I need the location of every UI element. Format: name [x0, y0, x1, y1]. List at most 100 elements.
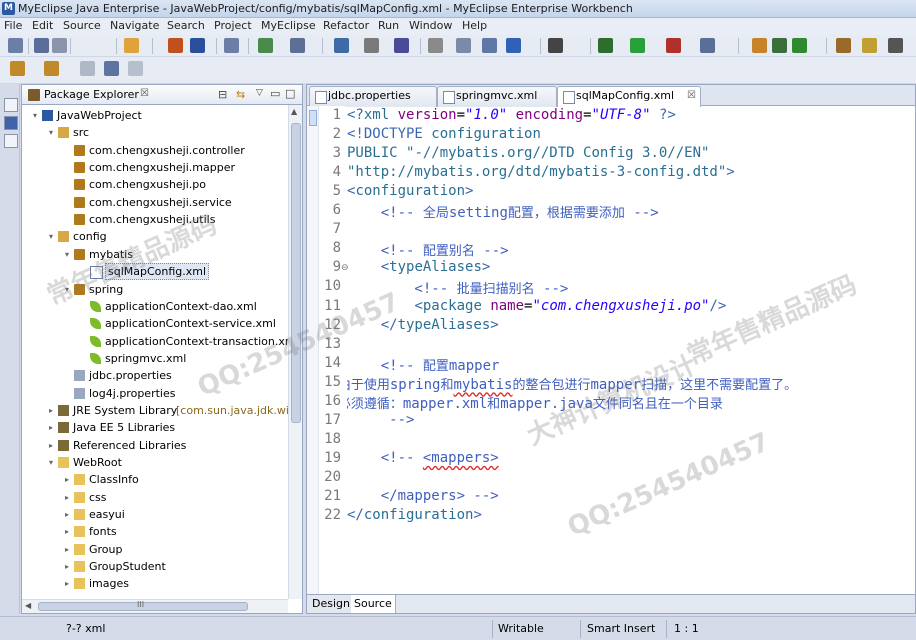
refresh-icon[interactable] [792, 38, 807, 53]
menu-help[interactable]: Help [462, 19, 487, 32]
tree-item[interactable]: ▸ JRE System Library [com.sun.java.jdk.win [22, 402, 288, 419]
collapsed-twisty-icon[interactable]: ▸ [62, 523, 72, 540]
expanded-twisty-icon[interactable]: ▾ [46, 454, 56, 471]
collapsed-twisty-icon[interactable]: ▸ [62, 471, 72, 488]
tree-item[interactable]: com.chengxusheji.po [22, 176, 288, 193]
close-icon[interactable]: ☒ [687, 87, 696, 105]
print-icon[interactable] [52, 38, 67, 53]
close-icon[interactable]: ☒ [140, 88, 149, 99]
menu-project[interactable]: Project [214, 19, 252, 32]
tree-item[interactable]: sqlMapConfig.xml [22, 263, 288, 281]
tree-item[interactable]: ▾ mybatis [22, 246, 288, 263]
menu-navigate[interactable]: Navigate [110, 19, 159, 32]
tree-item[interactable]: applicationContext-transaction.xm [22, 333, 288, 350]
tree-item[interactable]: com.chengxusheji.mapper [22, 159, 288, 176]
last-edit-icon[interactable] [80, 61, 95, 76]
run-app-icon[interactable] [258, 38, 273, 53]
tree-item[interactable]: ▾ src [22, 124, 288, 141]
tree-item[interactable]: jdbc.properties [22, 367, 288, 384]
menu-run[interactable]: Run [378, 19, 399, 32]
previous-annotation-icon[interactable] [44, 61, 59, 76]
tree-item[interactable]: applicationContext-dao.xml [22, 298, 288, 315]
tree-item[interactable]: ▸ Referenced Libraries [22, 437, 288, 454]
scroll-thumb[interactable]: III [38, 600, 248, 611]
collapsed-twisty-icon[interactable]: ▸ [62, 541, 72, 558]
tree-item[interactable]: ▸ Java EE 5 Libraries [22, 419, 288, 436]
deploy-icon[interactable] [334, 38, 349, 53]
menu-refactor[interactable]: Refactor [323, 19, 369, 32]
collapsed-twisty-icon[interactable]: ▸ [62, 489, 72, 506]
search-icon[interactable] [290, 38, 305, 53]
forward-icon[interactable] [128, 61, 143, 76]
tools-icon[interactable] [888, 38, 903, 53]
tab-design[interactable]: Design [309, 595, 354, 613]
new-wizard-icon[interactable] [124, 38, 139, 53]
collapsed-twisty-icon[interactable]: ▸ [46, 419, 56, 436]
collapsed-twisty-icon[interactable]: ▸ [46, 402, 56, 419]
plugin-icon[interactable] [836, 38, 851, 53]
tab-source[interactable]: Source [351, 595, 396, 613]
maximize-icon[interactable]: □ [285, 87, 295, 100]
tree-item[interactable]: ▸ images [22, 575, 288, 592]
menu-window[interactable]: Window [409, 19, 452, 32]
tree-item[interactable]: ▾ spring [22, 281, 288, 298]
tab-sqlmapconfig-xml[interactable]: sqlMapConfig.xml ☒ [557, 86, 701, 107]
tree-item[interactable]: ▸ GroupStudent [22, 558, 288, 575]
tree-item[interactable]: ▾ config [22, 228, 288, 245]
team-icon[interactable] [752, 38, 767, 53]
restore-view-icon[interactable] [4, 98, 18, 112]
tab-jdbc-properties[interactable]: jdbc.properties [309, 86, 437, 107]
browser-icon[interactable] [364, 38, 379, 53]
tree-item[interactable]: springmvc.xml [22, 350, 288, 367]
tab-springmvc-xml[interactable]: springmvc.xml [437, 86, 557, 107]
save-icon[interactable] [34, 38, 49, 53]
menu-search[interactable]: Search [167, 19, 205, 32]
scroll-up-icon[interactable]: ▲ [291, 107, 297, 116]
view-menu-icon[interactable]: ▽ [256, 88, 263, 98]
tree-item[interactable]: ▸ Group [22, 541, 288, 558]
tree-item[interactable]: com.chengxusheji.service [22, 194, 288, 211]
hierarchy-view-icon[interactable] [4, 134, 18, 148]
expanded-twisty-icon[interactable]: ▾ [46, 124, 56, 141]
menu-file[interactable]: File [4, 19, 22, 32]
run-icon[interactable] [630, 38, 645, 53]
tree-item[interactable]: ▸ fonts [22, 523, 288, 540]
tree-item[interactable]: ▸ ClassInfo [22, 471, 288, 488]
expanded-twisty-icon[interactable]: ▾ [62, 281, 72, 298]
debug-icon[interactable] [598, 38, 613, 53]
back-icon[interactable] [104, 61, 119, 76]
next-annotation-icon[interactable] [10, 61, 25, 76]
menu-edit[interactable]: Edit [32, 19, 53, 32]
expanded-twisty-icon[interactable]: ▾ [62, 246, 72, 263]
build-icon[interactable] [482, 38, 497, 53]
code-area[interactable]: <?xml version="1.0" encoding="UTF-8" ?> <… [347, 106, 915, 594]
package-explorer-minimized-icon[interactable] [4, 116, 18, 130]
print-icon[interactable] [428, 38, 443, 53]
minimize-icon[interactable]: ▭ [270, 87, 280, 100]
server-icon[interactable] [190, 38, 205, 53]
expanded-twisty-icon[interactable]: ▾ [30, 107, 40, 124]
tree-item[interactable]: com.chengxusheji.utils [22, 211, 288, 228]
menu-source[interactable]: Source [63, 19, 101, 32]
vertical-scrollbar[interactable]: ▲ [288, 105, 302, 599]
hint-icon[interactable] [862, 38, 877, 53]
collapsed-twisty-icon[interactable]: ▸ [46, 437, 56, 454]
package-explorer-tab[interactable]: Package Explorer ☒ ⊟ ⇆ ▽ ▭ □ [22, 85, 302, 105]
globe-icon[interactable] [394, 38, 409, 53]
tree-item[interactable]: ▸ css [22, 489, 288, 506]
search-icon[interactable] [700, 38, 715, 53]
expanded-twisty-icon[interactable]: ▾ [46, 228, 56, 245]
collapsed-twisty-icon[interactable]: ▸ [62, 558, 72, 575]
open-icon[interactable] [224, 38, 239, 53]
web-icon[interactable] [506, 38, 521, 53]
scroll-thumb[interactable] [291, 123, 301, 423]
horizontal-scrollbar[interactable]: ◀ III [22, 599, 288, 613]
monitor-icon[interactable] [548, 38, 563, 53]
tree-item[interactable]: log4j.properties [22, 385, 288, 402]
tree-item[interactable]: applicationContext-service.xml [22, 315, 288, 332]
sync-icon[interactable] [772, 38, 787, 53]
menu-myeclipse[interactable]: MyEclipse [261, 19, 316, 32]
tree-item[interactable]: ▸ easyui [22, 506, 288, 523]
collapsed-twisty-icon[interactable]: ▸ [62, 575, 72, 592]
new-icon[interactable] [8, 38, 23, 53]
